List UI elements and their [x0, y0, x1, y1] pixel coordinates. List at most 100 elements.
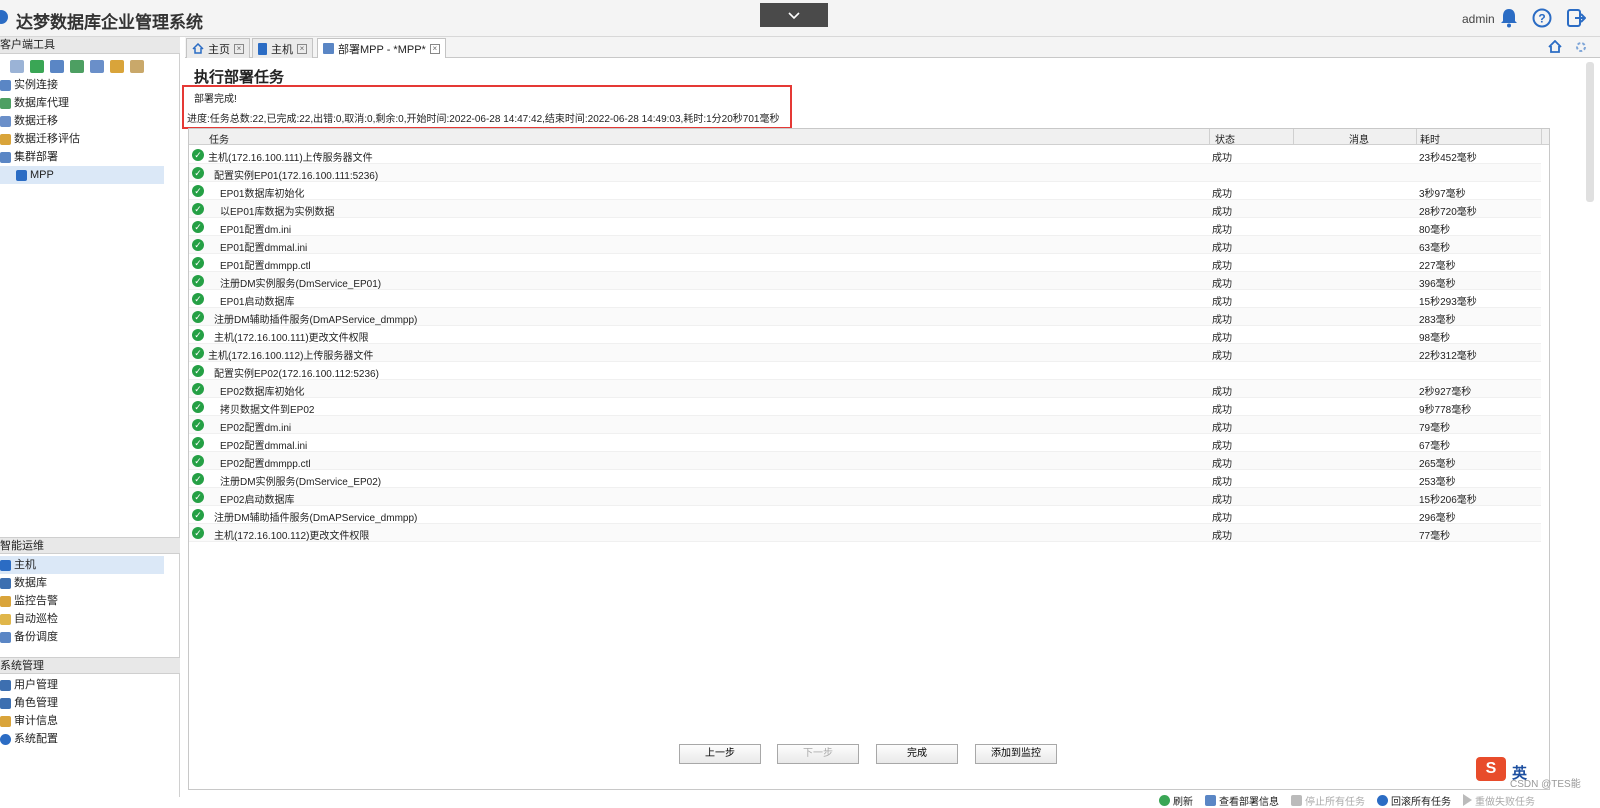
success-check-icon: ✓: [192, 347, 204, 359]
nav-database[interactable]: 数据库: [0, 574, 164, 592]
sogou-ime-icon[interactable]: S: [1476, 757, 1506, 781]
table-row[interactable]: ✓ EP01数据库初始化 成功 3秒97毫秒: [189, 182, 1541, 200]
task-name: EP01启动数据库: [220, 297, 295, 308]
table-row[interactable]: ✓ 以EP01库数据为实例数据 成功 28秒720毫秒: [189, 200, 1541, 218]
add-monitor-button[interactable]: 添加到监控: [975, 744, 1057, 764]
success-check-icon: ✓: [192, 437, 204, 449]
nav-monitor-alert[interactable]: 监控告警: [0, 592, 164, 610]
table-row[interactable]: ✓ 注册DM实例服务(DmService_EP01) 成功 396毫秒: [189, 272, 1541, 290]
chevron-down-icon: [788, 12, 800, 20]
table-row[interactable]: ✓ 主机(172.16.100.111)更改文件权限 成功 98毫秒: [189, 326, 1541, 344]
table-row[interactable]: ✓ 配置实例EP01(172.16.100.111:5236): [189, 164, 1541, 182]
nav-system-config[interactable]: 系统配置: [0, 730, 164, 748]
table-row[interactable]: ✓ 注册DM辅助插件服务(DmAPService_dmmpp) 成功 296毫秒: [189, 506, 1541, 524]
task-name: 注册DM辅助插件服务(DmAPService_dmmpp): [214, 513, 418, 524]
col-status[interactable]: 状态: [1215, 131, 1235, 146]
task-status: 成功: [1212, 243, 1232, 254]
nav-cluster-deploy[interactable]: 集群部署: [0, 148, 164, 166]
refresh-icon: [1159, 794, 1170, 806]
task-status: 成功: [1212, 513, 1232, 524]
table-row[interactable]: ✓ EP02配置dmmal.ini 成功 67毫秒: [189, 434, 1541, 452]
task-status: 成功: [1212, 423, 1232, 434]
db-connect-icon[interactable]: [50, 59, 64, 73]
task-duration: 396毫秒: [1419, 279, 1456, 290]
table-row[interactable]: ✓ 主机(172.16.100.112)更改文件权限 成功 77毫秒: [189, 524, 1541, 542]
success-check-icon: ✓: [192, 329, 204, 341]
table-row[interactable]: ✓ EP01配置dm.ini 成功 80毫秒: [189, 218, 1541, 236]
table-row[interactable]: ✓ EP02配置dm.ini 成功 79毫秒: [189, 416, 1541, 434]
logout-icon[interactable]: [1565, 7, 1587, 29]
success-check-icon: ✓: [192, 401, 204, 413]
table-row[interactable]: ✓ 配置实例EP02(172.16.100.112:5236): [189, 362, 1541, 380]
task-duration: 23秒452毫秒: [1419, 153, 1477, 164]
db-evaluate-icon[interactable]: [110, 59, 124, 73]
col-message[interactable]: 消息: [1349, 131, 1369, 146]
col-task[interactable]: 任务: [209, 131, 229, 146]
view-deploy-info-button[interactable]: 查看部署信息: [1205, 793, 1279, 808]
table-row[interactable]: ✓ 注册DM辅助插件服务(DmAPService_dmmpp) 成功 283毫秒: [189, 308, 1541, 326]
tab-close-icon[interactable]: ×: [234, 43, 244, 54]
task-name: EP01数据库初始化: [220, 189, 305, 200]
db-agent-icon[interactable]: [70, 59, 84, 73]
table-row[interactable]: ✓ EP02启动数据库 成功 15秒206毫秒: [189, 488, 1541, 506]
nav-host[interactable]: 主机: [0, 556, 164, 574]
section-sys-admin[interactable]: 系统管理: [0, 657, 180, 674]
mpp-icon: [16, 169, 27, 181]
tab-home[interactable]: 主页 ×: [186, 38, 250, 58]
table-row[interactable]: ✓ EP01配置dmmal.ini 成功 63毫秒: [189, 236, 1541, 254]
nav-migration-eval[interactable]: 数据迁移评估: [0, 130, 164, 148]
collapse-toggle-button[interactable]: [760, 3, 828, 27]
prev-button[interactable]: 上一步: [679, 744, 761, 764]
nav-backup-schedule[interactable]: 备份调度: [0, 628, 164, 646]
edit-icon[interactable]: [130, 59, 144, 73]
nav-data-migration[interactable]: 数据迁移: [0, 112, 164, 130]
col-time[interactable]: 耗时: [1420, 131, 1440, 146]
table-row[interactable]: ✓ EP01启动数据库 成功 15秒293毫秒: [189, 290, 1541, 308]
task-name: EP01配置dmmpp.ctl: [220, 261, 311, 272]
section-ops[interactable]: 智能运维: [0, 537, 180, 554]
success-check-icon: ✓: [192, 293, 204, 305]
client-tools-toolbar: [0, 57, 180, 75]
stop-all-button[interactable]: 停止所有任务: [1291, 793, 1365, 808]
user-name[interactable]: admin: [1462, 12, 1495, 26]
refresh-button[interactable]: 刷新: [1159, 793, 1193, 808]
tab-close-icon[interactable]: ×: [429, 43, 440, 54]
table-row[interactable]: ✓ EP02数据库初始化 成功 2秒927毫秒: [189, 380, 1541, 398]
nav-instance-connect[interactable]: 实例连接: [0, 76, 164, 94]
section-client-tools[interactable]: 客户端工具: [0, 37, 180, 54]
nav-mpp[interactable]: MPP: [0, 166, 164, 184]
tab-deploy-mpp[interactable]: 部署MPP - *MPP* ×: [317, 38, 446, 58]
nav-db-agent[interactable]: 数据库代理: [0, 94, 164, 112]
settings-icon[interactable]: [1574, 40, 1588, 57]
help-icon[interactable]: ?: [1531, 7, 1553, 29]
bug-icon[interactable]: [30, 59, 44, 73]
nav-audit-info[interactable]: 审计信息: [0, 712, 164, 730]
tab-host[interactable]: 主机 ×: [252, 38, 313, 58]
bell-icon[interactable]: [1498, 7, 1520, 29]
tab-close-icon[interactable]: ×: [297, 43, 307, 54]
table-row[interactable]: ✓ 拷贝数据文件到EP02 成功 9秒778毫秒: [189, 398, 1541, 416]
nav-role-mgmt[interactable]: 角色管理: [0, 694, 164, 712]
success-check-icon: ✓: [192, 509, 204, 521]
sql-icon[interactable]: [10, 59, 24, 73]
nav-auto-inspect[interactable]: 自动巡检: [0, 610, 164, 628]
nav-user-mgmt[interactable]: 用户管理: [0, 676, 164, 694]
rollback-all-button[interactable]: 回滚所有任务: [1377, 793, 1451, 808]
table-row[interactable]: ✓ EP01配置dmmpp.ctl 成功 227毫秒: [189, 254, 1541, 272]
finish-button[interactable]: 完成: [876, 744, 958, 764]
table-row[interactable]: ✓ 主机(172.16.100.111)上传服务器文件 成功 23秒452毫秒: [189, 146, 1541, 164]
task-actions: 刷新 查看部署信息 停止所有任务 回滚所有任务 重做失败任务: [1159, 792, 1535, 808]
task-duration: 22秒312毫秒: [1419, 351, 1477, 362]
redo-failed-button[interactable]: 重做失败任务: [1463, 793, 1535, 808]
success-check-icon: ✓: [192, 365, 204, 377]
success-check-icon: ✓: [192, 203, 204, 215]
next-button[interactable]: 下一步: [777, 744, 859, 764]
home-icon[interactable]: [1548, 39, 1562, 56]
table-row[interactable]: ✓ 注册DM实例服务(DmService_EP02) 成功 253毫秒: [189, 470, 1541, 488]
db-migrate-icon[interactable]: [90, 59, 104, 73]
scrollbar[interactable]: [1586, 62, 1594, 202]
task-name: EP02配置dm.ini: [220, 423, 292, 434]
table-row[interactable]: ✓ 主机(172.16.100.112)上传服务器文件 成功 22秒312毫秒: [189, 344, 1541, 362]
task-name: 配置实例EP02(172.16.100.112:5236): [214, 369, 379, 380]
table-row[interactable]: ✓ EP02配置dmmpp.ctl 成功 265毫秒: [189, 452, 1541, 470]
